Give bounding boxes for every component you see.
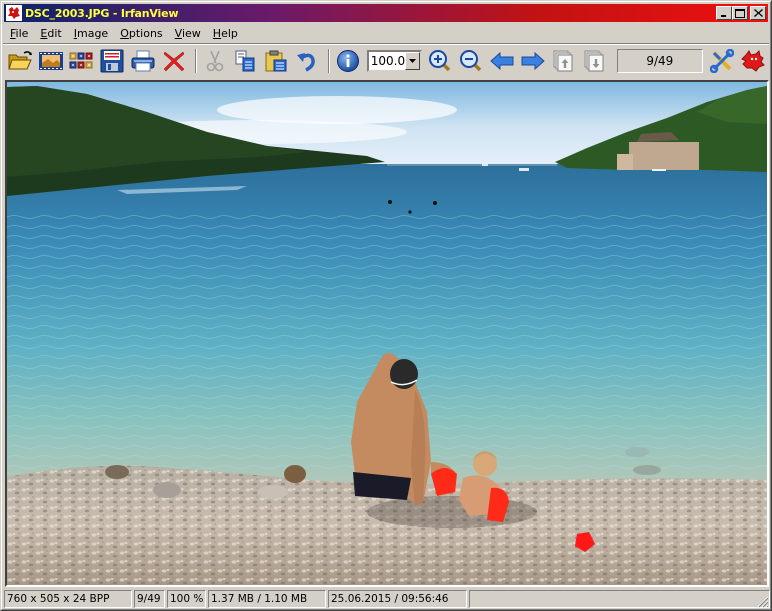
menu-options-label: ptions [128, 26, 163, 40]
undo-arrow-icon [297, 53, 315, 72]
menu-edit-label: dit [47, 26, 62, 40]
photo-beach-scene[interactable] [7, 82, 767, 585]
close-icon [753, 9, 763, 17]
status-image-dimensions: 760 x 505 x 24 BPP [4, 590, 132, 608]
menu-help-accel: H [212, 26, 222, 40]
minimize-icon [721, 15, 726, 17]
menu-help-label: elp [221, 26, 238, 40]
close-button[interactable] [750, 6, 766, 20]
maximize-icon [735, 8, 745, 18]
slideshow-button[interactable] [37, 47, 65, 75]
zoom-in-icon [429, 50, 451, 72]
status-file-size: 1.37 MB / 1.10 MB [208, 590, 326, 608]
irfanview-devil-icon [741, 49, 766, 72]
menu-image-label: mage [76, 26, 109, 40]
page-indicator: 9/49 [617, 49, 703, 73]
minimize-button[interactable] [716, 6, 732, 20]
copy-button[interactable] [232, 47, 260, 75]
toolbar-separator [327, 49, 330, 73]
exit-button[interactable] [739, 47, 767, 75]
menu-options[interactable]: Options [114, 27, 168, 40]
menu-options-accel: O [120, 26, 129, 40]
menu-file-label: ile [15, 26, 29, 40]
menu-bar: File Edit Image Options View Help [4, 24, 244, 42]
cut-button[interactable] [201, 47, 229, 75]
toolbar-separator [194, 49, 197, 73]
next-button[interactable] [519, 47, 547, 75]
previous-button[interactable] [488, 47, 516, 75]
menu-file[interactable]: File [4, 27, 34, 40]
maximize-button[interactable] [732, 6, 748, 20]
title-bar[interactable]: DSC_2003.JPG - IrfanView [4, 4, 768, 22]
paste-button[interactable] [262, 47, 290, 75]
toolbar: 100.0 9/49 [4, 45, 770, 77]
last-page-icon [584, 50, 604, 72]
zoom-level-combobox[interactable]: 100.0 [366, 50, 423, 72]
status-extra [469, 590, 770, 608]
window-title: DSC_2003.JPG - IrfanView [25, 6, 179, 20]
zoom-level-value[interactable]: 100.0 [369, 54, 406, 68]
open-folder-icon [8, 51, 32, 70]
info-icon [336, 50, 359, 72]
resize-grip-icon[interactable] [757, 596, 769, 608]
chevron-down-icon [409, 59, 417, 63]
filmstrip-icon [38, 52, 63, 70]
menu-view-label: iew [181, 26, 201, 40]
menu-help[interactable]: Help [207, 27, 244, 40]
info-button[interactable] [334, 47, 362, 75]
scissors-cut-icon [206, 50, 223, 72]
menu-image[interactable]: Image [68, 27, 114, 40]
copy-icon [235, 50, 255, 72]
printer-icon [131, 50, 155, 72]
first-file-button[interactable] [550, 47, 578, 75]
zoom-in-button[interactable] [426, 47, 454, 75]
menu-view[interactable]: View [169, 27, 207, 40]
floppy-save-icon [100, 49, 124, 73]
undo-button[interactable] [293, 47, 321, 75]
zoom-dropdown-button[interactable] [405, 52, 421, 70]
status-zoom: 100 % [167, 590, 206, 608]
first-page-icon [553, 50, 573, 72]
menu-view-accel: V [174, 26, 182, 40]
status-bar: 760 x 505 x 24 BPP 9/49 100 % 1.37 MB / … [4, 589, 770, 609]
properties-button[interactable] [709, 47, 737, 75]
thumbnails-button[interactable] [68, 47, 96, 75]
paste-clipboard-icon [265, 50, 287, 72]
image-viewport[interactable] [5, 80, 769, 587]
irfanview-app-icon[interactable] [6, 5, 22, 21]
last-file-button[interactable] [580, 47, 608, 75]
status-datetime: 25.06.2015 / 09:56:46 [328, 590, 467, 608]
arrow-left-icon [490, 51, 514, 71]
arrow-right-icon [521, 51, 545, 71]
print-button[interactable] [129, 47, 157, 75]
save-button[interactable] [98, 47, 126, 75]
thumbnails-grid-icon [69, 52, 93, 69]
status-file-index: 9/49 [134, 590, 165, 608]
delete-button[interactable] [160, 47, 188, 75]
open-button[interactable] [6, 47, 34, 75]
zoom-out-button[interactable] [457, 47, 485, 75]
tools-wrench-screwdriver-icon [710, 49, 735, 73]
zoom-out-icon [460, 50, 482, 72]
red-x-delete-icon [163, 51, 185, 72]
menu-edit[interactable]: Edit [34, 27, 67, 40]
irfanview-window: DSC_2003.JPG - IrfanView File Edit Image… [0, 0, 772, 611]
